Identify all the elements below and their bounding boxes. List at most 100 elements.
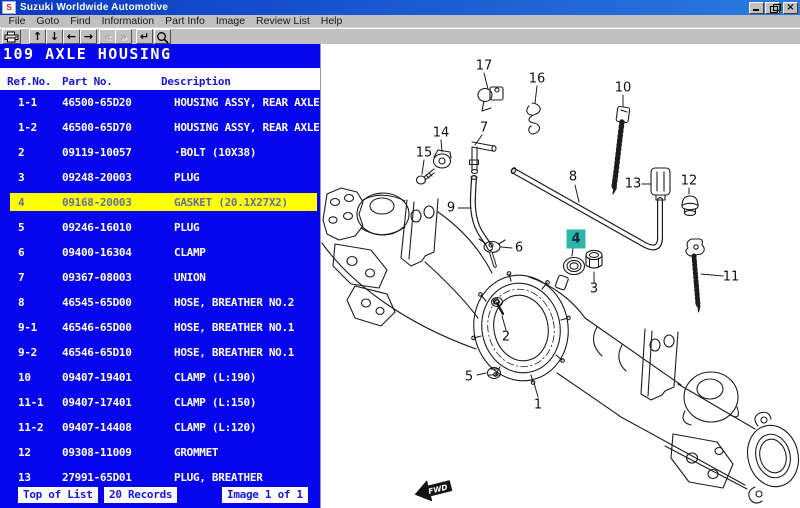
callout-4[interactable]: 4 xyxy=(567,230,586,249)
cell-part: 09246-16010 xyxy=(62,215,132,240)
cell-part: 09407-17401 xyxy=(62,390,132,415)
cell-desc: GROMMET xyxy=(174,440,218,465)
restore-button[interactable] xyxy=(765,2,780,14)
table-row-2[interactable]: 209119-10057·BOLT (10X38) xyxy=(0,140,320,165)
callout-12[interactable]: 12 xyxy=(681,175,698,188)
table-row-7[interactable]: 7 09367-08003 UNION xyxy=(0,265,320,290)
cell-desc: PLUG xyxy=(174,165,199,190)
cell-ref: 9-2 xyxy=(18,340,37,365)
cell-desc: HOUSING ASSY, REAR AXLE xyxy=(174,115,319,140)
minimize-icon xyxy=(753,9,759,11)
cell-desc: UNION xyxy=(174,265,206,290)
callout-11[interactable]: 11 xyxy=(723,271,740,284)
cell-part: 46500-65D20 xyxy=(62,90,132,115)
scroll-down-button[interactable]: ↓ xyxy=(46,29,63,44)
column-headers: Ref.No. Part No. Description xyxy=(0,68,320,90)
window-title: Suzuki Worldwide Automotive xyxy=(20,2,748,13)
callout-8[interactable]: 8 xyxy=(569,171,577,184)
cell-desc: PLUG xyxy=(174,215,199,240)
cell-part: 46546-65D00 xyxy=(62,315,132,340)
cell-desc: GASKET (20.1X27X2) xyxy=(174,190,288,215)
callout-3[interactable]: 3 xyxy=(590,283,598,296)
arrow-right-icon: → xyxy=(81,31,96,43)
cell-ref: 8 xyxy=(18,290,24,315)
cell-desc: HOSE, BREATHER NO.2 xyxy=(174,290,294,315)
cell-part: 09168-20003 xyxy=(62,190,132,215)
callout-14[interactable]: 14 xyxy=(433,127,450,140)
parts-panel: 109 AXLE HOUSING Ref.No. Part No. Descri… xyxy=(0,44,320,508)
table-row-8[interactable]: 8 46545-65D00 HOSE, BREATHER NO.2 xyxy=(0,290,320,315)
table-row-1-1[interactable]: 1-146500-65D20HOUSING ASSY, REAR AXLE xyxy=(0,90,320,115)
enter-button[interactable]: ↵ xyxy=(136,29,153,44)
cell-ref: 3 xyxy=(18,165,24,190)
callout-17[interactable]: 17 xyxy=(476,60,493,73)
cell-ref: 9-1 xyxy=(18,315,37,340)
callout-15[interactable]: 15 xyxy=(416,147,433,160)
scroll-up-button[interactable]: ↑ xyxy=(29,29,46,44)
menu-information[interactable]: Information xyxy=(96,15,160,27)
table-row-9-1[interactable]: 9-1 46546-65D00 HOSE, BREATHER NO.1 xyxy=(0,315,320,340)
zoom-button[interactable] xyxy=(154,29,171,44)
diagram-area: FWD 1234567891011121314151617 xyxy=(320,44,800,508)
menu-find[interactable]: Find xyxy=(65,15,96,27)
callout-7[interactable]: 7 xyxy=(480,122,488,135)
next-image-button: » xyxy=(115,29,132,44)
close-button[interactable]: × xyxy=(783,2,798,14)
menu-help[interactable]: Help xyxy=(315,15,348,27)
cell-ref: 7 xyxy=(18,265,24,290)
cell-ref: 11-1 xyxy=(18,390,43,415)
table-row-11-2[interactable]: 11-209407-14408CLAMP (L:120) xyxy=(0,415,320,440)
cell-part: 09367-08003 xyxy=(62,265,132,290)
cell-desc: HOUSING ASSY, REAR AXLE xyxy=(174,90,319,115)
callout-9[interactable]: 9 xyxy=(447,202,455,215)
table-row-12[interactable]: 1209308-11009GROMMET xyxy=(0,440,320,465)
arrow-up-icon: ↑ xyxy=(30,31,45,43)
magnifier-icon xyxy=(156,31,169,44)
cell-part: 46545-65D00 xyxy=(62,290,132,315)
cell-part: 09308-11009 xyxy=(62,440,132,465)
callout-13[interactable]: 13 xyxy=(625,178,642,191)
cell-ref: 10 xyxy=(18,365,31,390)
menu-review-list[interactable]: Review List xyxy=(251,15,316,27)
printer-icon xyxy=(4,31,19,43)
cell-desc: HOSE, BREATHER NO.1 xyxy=(174,315,294,340)
callout-5[interactable]: 5 xyxy=(465,371,473,384)
arrow-down-icon: ↓ xyxy=(47,31,62,43)
menu-image[interactable]: Image xyxy=(210,15,250,27)
minimize-button[interactable] xyxy=(749,2,764,14)
callout-2[interactable]: 2 xyxy=(502,331,510,344)
table-row-5[interactable]: 5 09246-16010 PLUG xyxy=(0,215,320,240)
page-left-button[interactable]: ← xyxy=(63,29,80,44)
callout-6[interactable]: 6 xyxy=(515,242,523,255)
menu-bar: FileGotoFindInformationPart InfoImageRev… xyxy=(0,15,800,28)
table-row-9-2[interactable]: 9-246546-65D10HOSE, BREATHER NO.1 xyxy=(0,340,320,365)
app-icon: S xyxy=(2,1,16,14)
menu-goto[interactable]: Goto xyxy=(31,15,65,27)
cell-part: 09400-16304 xyxy=(62,240,132,265)
callout-16[interactable]: 16 xyxy=(529,73,546,86)
section-title: 109 AXLE HOUSING xyxy=(0,44,320,69)
cell-desc: CLAMP xyxy=(174,240,206,265)
column-header-desc: Description xyxy=(161,75,231,88)
menu-file[interactable]: File xyxy=(3,15,31,27)
cell-part: 46500-65D70 xyxy=(62,115,132,140)
table-row-11-1[interactable]: 11-109407-17401CLAMP (L:150) xyxy=(0,390,320,415)
application-window: S Suzuki Worldwide Automotive × FileGoto… xyxy=(0,0,800,508)
cell-desc: PLUG, BREATHER xyxy=(174,465,263,490)
cell-ref: 5 xyxy=(18,215,24,240)
menu-part-info[interactable]: Part Info xyxy=(160,15,211,27)
table-row-1-2[interactable]: 1-246500-65D70HOUSING ASSY, REAR AXLE xyxy=(0,115,320,140)
print-button[interactable] xyxy=(2,29,21,44)
cell-ref: 11-2 xyxy=(18,415,43,440)
callout-1[interactable]: 1 xyxy=(534,399,542,412)
table-row-10[interactable]: 1009407-19401CLAMP (L:190) xyxy=(0,365,320,390)
cell-ref: 6 xyxy=(18,240,24,265)
table-row-6[interactable]: 6 09400-16304 CLAMP xyxy=(0,240,320,265)
enter-arrow-icon: ↵ xyxy=(137,31,152,43)
callout-10[interactable]: 10 xyxy=(615,82,632,95)
cell-part: 09248-20003 xyxy=(62,165,132,190)
cell-part: 09119-10057 xyxy=(62,140,132,165)
table-row-3[interactable]: 3 09248-20003 PLUG xyxy=(0,165,320,190)
page-right-button[interactable]: → xyxy=(80,29,97,44)
table-row-4[interactable]: 409168-20003GASKET (20.1X27X2) xyxy=(0,190,320,215)
